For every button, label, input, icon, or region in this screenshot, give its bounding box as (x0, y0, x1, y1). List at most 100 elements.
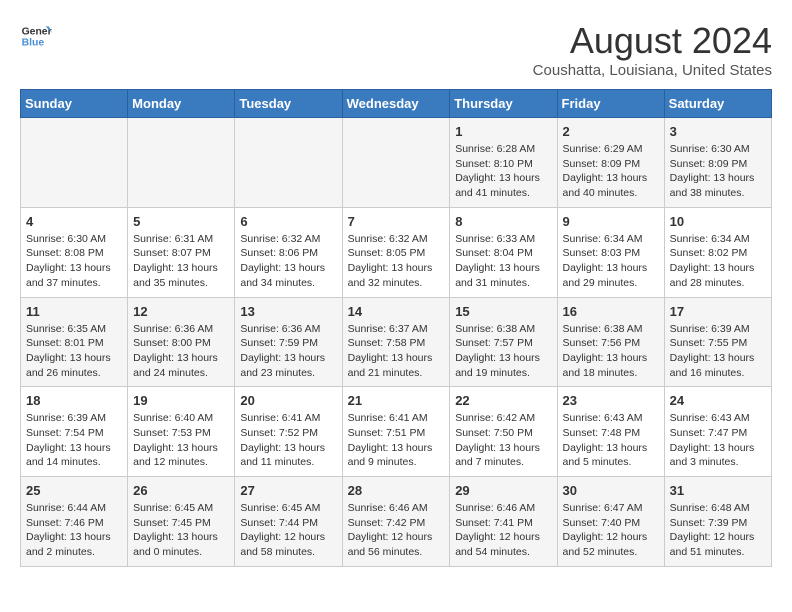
calendar-day-cell: 21 Sunrise: 6:41 AMSunset: 7:51 PMDayligh… (342, 387, 450, 477)
weekday-header-friday: Friday (557, 90, 664, 118)
calendar-day-cell: 17Sunrise: 6:39 AMSunset: 7:55 PMDayligh… (664, 297, 771, 387)
calendar-header: SundayMondayTuesdayWednesdayThursdayFrid… (21, 90, 772, 118)
svg-text:Blue: Blue (22, 38, 45, 49)
empty-day-cell (128, 118, 235, 208)
day-info: Sunrise: 6:36 AMSunset: 8:00 PMDaylight:… (133, 322, 229, 381)
calendar-day-cell: 23Sunrise: 6:43 AMSunset: 7:48 PMDayligh… (557, 387, 664, 477)
weekday-header-sunday: Sunday (21, 90, 128, 118)
calendar-day-cell: 2Sunrise: 6:29 AMSunset: 8:09 PMDaylight… (557, 118, 664, 208)
logo-icon: General Blue (20, 20, 52, 52)
day-info: Sunrise: 6:44 AMSunset: 7:46 PMDaylight:… (26, 501, 122, 560)
calendar-week-row: 11Sunrise: 6:35 AMSunset: 8:01 PMDayligh… (21, 297, 772, 387)
day-info: Sunrise: 6:33 AMSunset: 8:04 PMDaylight:… (455, 232, 551, 291)
calendar-day-cell: 24 Sunrise: 6:43 AMSunset: 7:47 PMDayligh… (664, 387, 771, 477)
calendar-day-cell: 15 Sunrise: 6:38 AMSunset: 7:57 PMDayligh… (450, 297, 557, 387)
day-info: Sunrise: 6:38 AMSunset: 7:57 PMDaylight:… (455, 322, 551, 381)
calendar-day-cell: 8 Sunrise: 6:33 AMSunset: 8:04 PMDaylight… (450, 207, 557, 297)
day-number: 5 (133, 214, 229, 229)
weekday-header-wednesday: Wednesday (342, 90, 450, 118)
day-info: Sunrise: 6:32 AMSunset: 8:06 PMDaylight:… (240, 232, 336, 291)
day-number: 21 (348, 393, 445, 408)
calendar-day-cell: 20 Sunrise: 6:41 AMSunset: 7:52 PMDayligh… (235, 387, 342, 477)
day-info: Sunrise: 6:40 AMSunset: 7:53 PMDaylight:… (133, 411, 229, 470)
day-info: Sunrise: 6:38 AMSunset: 7:56 PMDaylight:… (563, 322, 659, 381)
calendar-day-cell: 1 Sunrise: 6:28 AMSunset: 8:10 PMDaylight… (450, 118, 557, 208)
weekday-header-thursday: Thursday (450, 90, 557, 118)
calendar-body: 1 Sunrise: 6:28 AMSunset: 8:10 PMDaylight… (21, 118, 772, 567)
day-info: Sunrise: 6:39 AMSunset: 7:54 PMDaylight:… (26, 411, 122, 470)
day-info: Sunrise: 6:47 AMSunset: 7:40 PMDaylight:… (563, 501, 659, 560)
day-number: 22 (455, 393, 551, 408)
calendar-day-cell: 30Sunrise: 6:47 AMSunset: 7:40 PMDayligh… (557, 477, 664, 567)
weekday-header-saturday: Saturday (664, 90, 771, 118)
calendar-day-cell: 11Sunrise: 6:35 AMSunset: 8:01 PMDayligh… (21, 297, 128, 387)
day-number: 11 (26, 304, 122, 319)
calendar-day-cell: 7 Sunrise: 6:32 AMSunset: 8:05 PMDaylight… (342, 207, 450, 297)
calendar-day-cell: 28Sunrise: 6:46 AMSunset: 7:42 PMDayligh… (342, 477, 450, 567)
day-number: 19 (133, 393, 229, 408)
weekday-header-row: SundayMondayTuesdayWednesdayThursdayFrid… (21, 90, 772, 118)
day-number: 20 (240, 393, 336, 408)
logo: General Blue (20, 20, 52, 52)
day-info: Sunrise: 6:30 AMSunset: 8:08 PMDaylight:… (26, 232, 122, 291)
day-info: Sunrise: 6:32 AMSunset: 8:05 PMDaylight:… (348, 232, 445, 291)
day-info: Sunrise: 6:42 AMSunset: 7:50 PMDaylight:… (455, 411, 551, 470)
day-number: 14 (348, 304, 445, 319)
day-number: 13 (240, 304, 336, 319)
day-info: Sunrise: 6:34 AMSunset: 8:02 PMDaylight:… (670, 232, 766, 291)
day-number: 26 (133, 483, 229, 498)
day-number: 8 (455, 214, 551, 229)
calendar-table: SundayMondayTuesdayWednesdayThursdayFrid… (20, 89, 772, 567)
day-info: Sunrise: 6:45 AMSunset: 7:44 PMDaylight:… (240, 501, 336, 560)
calendar-day-cell: 29 Sunrise: 6:46 AMSunset: 7:41 PMDayligh… (450, 477, 557, 567)
day-info: Sunrise: 6:43 AMSunset: 7:47 PMDaylight:… (670, 411, 766, 470)
day-info: Sunrise: 6:28 AMSunset: 8:10 PMDaylight:… (455, 142, 551, 201)
day-info: Sunrise: 6:39 AMSunset: 7:55 PMDaylight:… (670, 322, 766, 381)
day-number: 24 (670, 393, 766, 408)
calendar-day-cell: 13Sunrise: 6:36 AMSunset: 7:59 PMDayligh… (235, 297, 342, 387)
calendar-week-row: 1 Sunrise: 6:28 AMSunset: 8:10 PMDaylight… (21, 118, 772, 208)
day-number: 16 (563, 304, 659, 319)
day-info: Sunrise: 6:45 AMSunset: 7:45 PMDaylight:… (133, 501, 229, 560)
day-info: Sunrise: 6:30 AMSunset: 8:09 PMDaylight:… (670, 142, 766, 201)
day-number: 15 (455, 304, 551, 319)
calendar-day-cell: 26 Sunrise: 6:45 AMSunset: 7:45 PMDayligh… (128, 477, 235, 567)
weekday-header-tuesday: Tuesday (235, 90, 342, 118)
day-info: Sunrise: 6:41 AMSunset: 7:52 PMDaylight:… (240, 411, 336, 470)
empty-day-cell (21, 118, 128, 208)
calendar-week-row: 25 Sunrise: 6:44 AMSunset: 7:46 PMDayligh… (21, 477, 772, 567)
day-number: 2 (563, 124, 659, 139)
calendar-day-cell: 27Sunrise: 6:45 AMSunset: 7:44 PMDayligh… (235, 477, 342, 567)
calendar-day-cell: 12 Sunrise: 6:36 AMSunset: 8:00 PMDayligh… (128, 297, 235, 387)
calendar-day-cell: 22 Sunrise: 6:42 AMSunset: 7:50 PMDayligh… (450, 387, 557, 477)
day-number: 25 (26, 483, 122, 498)
calendar-day-cell: 16 Sunrise: 6:38 AMSunset: 7:56 PMDayligh… (557, 297, 664, 387)
day-number: 7 (348, 214, 445, 229)
location: Coushatta, Louisiana, United States (533, 62, 772, 79)
day-info: Sunrise: 6:34 AMSunset: 8:03 PMDaylight:… (563, 232, 659, 291)
calendar-day-cell: 6Sunrise: 6:32 AMSunset: 8:06 PMDaylight… (235, 207, 342, 297)
day-info: Sunrise: 6:46 AMSunset: 7:42 PMDaylight:… (348, 501, 445, 560)
calendar-day-cell: 19 Sunrise: 6:40 AMSunset: 7:53 PMDayligh… (128, 387, 235, 477)
day-number: 3 (670, 124, 766, 139)
weekday-header-monday: Monday (128, 90, 235, 118)
page-header: General Blue August 2024 Coushatta, Loui… (20, 20, 772, 79)
calendar-week-row: 18Sunrise: 6:39 AMSunset: 7:54 PMDayligh… (21, 387, 772, 477)
day-number: 9 (563, 214, 659, 229)
calendar-week-row: 4 Sunrise: 6:30 AMSunset: 8:08 PMDaylight… (21, 207, 772, 297)
day-info: Sunrise: 6:41 AMSunset: 7:51 PMDaylight:… (348, 411, 445, 470)
day-number: 1 (455, 124, 551, 139)
day-number: 29 (455, 483, 551, 498)
title-block: August 2024 Coushatta, Louisiana, United… (533, 20, 772, 79)
day-number: 4 (26, 214, 122, 229)
empty-day-cell (235, 118, 342, 208)
calendar-day-cell: 18Sunrise: 6:39 AMSunset: 7:54 PMDayligh… (21, 387, 128, 477)
day-number: 10 (670, 214, 766, 229)
day-info: Sunrise: 6:43 AMSunset: 7:48 PMDaylight:… (563, 411, 659, 470)
month-title: August 2024 (533, 20, 772, 62)
day-number: 12 (133, 304, 229, 319)
empty-day-cell (342, 118, 450, 208)
day-info: Sunrise: 6:46 AMSunset: 7:41 PMDaylight:… (455, 501, 551, 560)
calendar-day-cell: 10 Sunrise: 6:34 AMSunset: 8:02 PMDayligh… (664, 207, 771, 297)
calendar-day-cell: 25 Sunrise: 6:44 AMSunset: 7:46 PMDayligh… (21, 477, 128, 567)
